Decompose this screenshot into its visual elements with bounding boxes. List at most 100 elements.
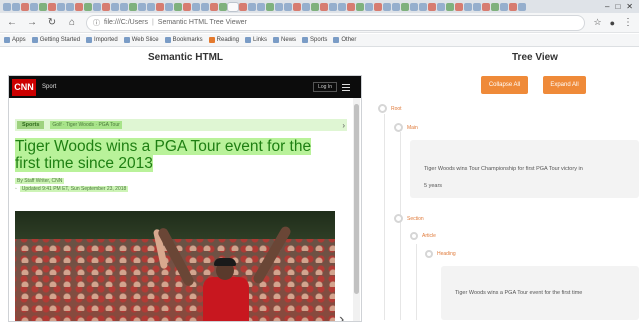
browser-tab[interactable] xyxy=(210,2,218,11)
browser-tab[interactable] xyxy=(500,2,508,11)
cnn-logo[interactable]: CNN xyxy=(12,78,36,96)
browser-tab[interactable] xyxy=(102,2,110,11)
browser-tab[interactable] xyxy=(219,2,227,11)
chevron-right-icon[interactable]: › xyxy=(342,121,345,130)
bookmark-item[interactable]: Imported xyxy=(86,37,118,43)
browser-tab[interactable] xyxy=(293,2,301,11)
bookmark-item[interactable]: Links xyxy=(245,37,267,43)
browser-tab[interactable] xyxy=(266,2,274,11)
section-label[interactable]: Sport xyxy=(42,84,56,90)
tree-node-bullet[interactable] xyxy=(425,250,433,258)
login-button[interactable]: Log In xyxy=(313,82,337,92)
browser-tab[interactable] xyxy=(57,2,65,11)
browser-tab[interactable] xyxy=(129,2,137,11)
browser-tab[interactable] xyxy=(201,2,209,11)
extension-icon[interactable]: ● xyxy=(610,18,615,28)
browser-tab[interactable] xyxy=(482,2,490,11)
browser-tab[interactable] xyxy=(446,2,454,11)
tree-node-article[interactable]: Article xyxy=(410,232,436,240)
browser-tab[interactable] xyxy=(509,2,517,11)
browser-tab[interactable] xyxy=(39,2,47,11)
browser-tab[interactable] xyxy=(84,2,92,11)
browser-tab-active[interactable] xyxy=(228,2,238,11)
browser-tab[interactable] xyxy=(165,2,173,11)
browser-tab[interactable] xyxy=(455,2,463,11)
tree-node-main[interactable]: Main xyxy=(394,123,418,132)
browser-tab[interactable] xyxy=(75,2,83,11)
browser-tab[interactable] xyxy=(356,2,364,11)
browser-tab[interactable] xyxy=(120,2,128,11)
browser-tab[interactable] xyxy=(392,2,400,11)
browser-tab[interactable] xyxy=(111,2,119,11)
reload-icon[interactable]: ↻ xyxy=(46,17,58,28)
browser-tab[interactable] xyxy=(138,2,146,11)
back-icon[interactable]: ← xyxy=(6,17,18,28)
bookmark-item[interactable]: Apps xyxy=(4,37,26,43)
preview-scrollbar[interactable] xyxy=(353,98,360,321)
browser-tab[interactable] xyxy=(518,2,526,11)
browser-tab[interactable] xyxy=(66,2,74,11)
browser-tab[interactable] xyxy=(437,2,445,11)
browser-tab[interactable] xyxy=(239,2,247,11)
browser-tab[interactable] xyxy=(30,2,38,11)
tree-node-section[interactable]: Section xyxy=(394,214,424,223)
browser-tab[interactable] xyxy=(419,2,427,11)
minimize-icon[interactable]: – xyxy=(605,2,609,11)
bookmark-item[interactable]: Sports xyxy=(302,37,327,43)
browser-tab[interactable] xyxy=(473,2,481,11)
browser-tab[interactable] xyxy=(21,2,29,11)
browser-tab[interactable] xyxy=(410,2,418,11)
browser-tab[interactable] xyxy=(3,2,11,11)
bookmark-item[interactable]: Web Slice xyxy=(123,37,159,43)
tree-node-bullet[interactable] xyxy=(378,104,387,113)
forward-icon[interactable]: → xyxy=(26,17,38,28)
browser-tab[interactable] xyxy=(275,2,283,11)
browser-tab[interactable] xyxy=(248,2,256,11)
browser-tab[interactable] xyxy=(174,2,182,11)
browser-tab[interactable] xyxy=(302,2,310,11)
browser-tab[interactable] xyxy=(192,2,200,11)
bookmark-item[interactable]: News xyxy=(273,37,296,43)
browser-tab[interactable] xyxy=(347,2,355,11)
browser-tab[interactable] xyxy=(320,2,328,11)
browser-tab[interactable] xyxy=(491,2,499,11)
bookmark-item[interactable]: Getting Started xyxy=(31,37,80,43)
browser-tab[interactable] xyxy=(156,2,164,11)
collapse-all-button[interactable]: Collapse All xyxy=(481,76,528,94)
browser-tab[interactable] xyxy=(338,2,346,11)
close-icon[interactable]: ✕ xyxy=(626,2,633,11)
browser-tab[interactable] xyxy=(183,2,191,11)
bookmark-star-icon[interactable]: ☆ xyxy=(593,17,601,28)
browser-tab[interactable] xyxy=(257,2,265,11)
browser-tab[interactable] xyxy=(329,2,337,11)
browser-tab[interactable] xyxy=(93,2,101,11)
address-bar[interactable]: ⓘ file:///C:/Users | Semantic HTML Tree … xyxy=(86,14,586,31)
scrollbar-thumb[interactable] xyxy=(354,104,359,294)
browser-tab[interactable] xyxy=(401,2,409,11)
tree-node-root[interactable]: Root xyxy=(378,104,402,113)
breadcrumb-tag[interactable]: Sports xyxy=(17,121,45,129)
browser-tab[interactable] xyxy=(12,2,20,11)
browser-tab[interactable] xyxy=(428,2,436,11)
maximize-icon[interactable]: □ xyxy=(615,2,620,11)
hamburger-menu-icon[interactable] xyxy=(342,83,350,91)
browser-tab[interactable] xyxy=(365,2,373,11)
next-arrow-icon[interactable]: › xyxy=(339,311,344,321)
browser-tab[interactable] xyxy=(464,2,472,11)
home-icon[interactable]: ⌂ xyxy=(66,17,78,28)
browser-tab[interactable] xyxy=(311,2,319,11)
browser-tab[interactable] xyxy=(147,2,155,11)
bookmark-item[interactable]: Other xyxy=(333,37,356,43)
tree-node-bullet[interactable] xyxy=(394,214,403,223)
bookmark-item[interactable]: Reading xyxy=(208,37,239,43)
tree-node-bullet[interactable] xyxy=(394,123,403,132)
tree-node-bullet[interactable] xyxy=(410,232,418,240)
tree-node-heading[interactable]: Heading xyxy=(425,250,456,258)
browser-tab[interactable] xyxy=(48,2,56,11)
browser-menu-icon[interactable]: ⋮ xyxy=(623,17,633,28)
bookmark-item[interactable]: Bookmarks xyxy=(164,37,203,43)
expand-all-button[interactable]: Expand All xyxy=(543,76,586,94)
browser-tab[interactable] xyxy=(383,2,391,11)
browser-tab[interactable] xyxy=(284,2,292,11)
browser-tab[interactable] xyxy=(374,2,382,11)
